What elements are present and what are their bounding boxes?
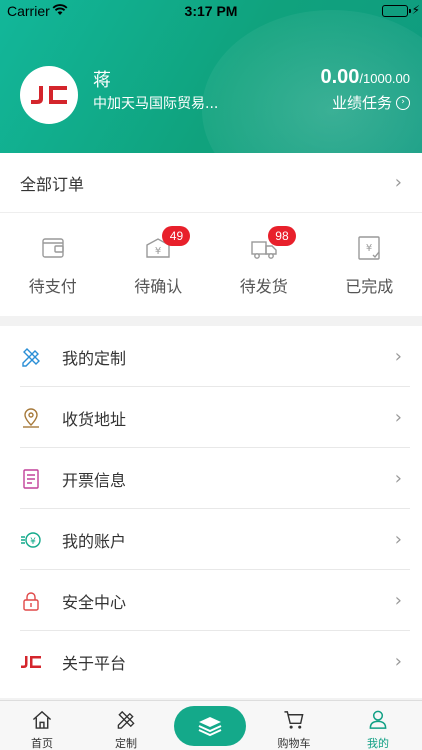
- orders-section: 全部订单 › 待支付 ¥ 49 待确认 98 待发货 ¥ 已完成: [0, 153, 422, 316]
- menu-item-customization[interactable]: 我的定制 ›: [0, 326, 422, 387]
- tab-home[interactable]: 首页: [0, 701, 84, 750]
- order-status-pending-confirm[interactable]: ¥ 49 待确认: [106, 215, 212, 315]
- menu-item-label: 关于平台: [62, 653, 127, 673]
- yen-coin-icon: ¥: [21, 532, 41, 548]
- menu-item-about-platform[interactable]: 关于平台 ›: [0, 631, 422, 692]
- tab-mine[interactable]: 我的: [336, 701, 420, 750]
- yen-check-icon: ¥: [358, 236, 380, 260]
- menu-item-my-account[interactable]: ¥ 我的账户 ›: [0, 509, 422, 570]
- user-name: 蒋: [93, 70, 111, 91]
- chevron-right-icon: ›: [394, 346, 402, 367]
- all-orders-row[interactable]: 全部订单 ›: [0, 153, 422, 213]
- tab-customize[interactable]: 定制: [84, 701, 168, 750]
- chevron-right-icon: ›: [394, 172, 402, 193]
- performance-value: 0.00/1000.00: [320, 66, 410, 89]
- menu-item-invoice-info[interactable]: 开票信息 ›: [0, 448, 422, 509]
- cart-icon: [284, 711, 304, 729]
- svg-text:¥: ¥: [30, 537, 36, 547]
- jc-logo-icon: [31, 86, 67, 104]
- company-name: 中加天马国际贸易...: [93, 96, 219, 112]
- circle-chevron-right-icon: ›: [396, 95, 410, 110]
- home-icon: [32, 710, 52, 729]
- center-action-button[interactable]: [174, 706, 246, 746]
- order-status-label: 待发货: [239, 277, 288, 296]
- order-status-completed[interactable]: ¥ 已完成: [317, 215, 422, 315]
- performance-task-label: 业绩任务: [331, 94, 392, 112]
- order-status-label: 待支付: [28, 277, 77, 296]
- performance-task-link[interactable]: 业绩任务 ›: [332, 92, 410, 113]
- svg-text:¥: ¥: [155, 246, 161, 257]
- avatar[interactable]: [20, 66, 78, 124]
- menu-item-label: 我的账户: [62, 531, 127, 551]
- pending-shipment-badge: 98: [267, 226, 296, 246]
- chevron-right-icon: ›: [394, 529, 402, 550]
- menu-item-label: 我的定制: [62, 348, 127, 368]
- battery-icon: [382, 5, 408, 17]
- menu-item-label: 安全中心: [62, 592, 127, 612]
- menu-item-security-center[interactable]: 安全中心 ›: [0, 570, 422, 631]
- invoice-icon: [23, 469, 39, 489]
- charging-icon: ⚡: [411, 3, 420, 17]
- layers-icon: [198, 717, 222, 737]
- pending-confirm-badge: 49: [162, 226, 191, 246]
- pencil-ruler-icon: [22, 348, 40, 367]
- location-pin-icon: [23, 408, 39, 428]
- jc-logo-icon: [21, 656, 41, 668]
- user-icon: [369, 710, 387, 729]
- menu-item-shipping-address[interactable]: 收货地址 ›: [0, 387, 422, 448]
- order-status-label: 待确认: [134, 277, 183, 296]
- tab-label: 我的: [367, 737, 389, 750]
- performance-target: /1000.00: [359, 71, 410, 86]
- menu-item-label: 开票信息: [62, 470, 127, 490]
- chevron-right-icon: ›: [394, 407, 402, 428]
- svg-text:¥: ¥: [366, 243, 372, 254]
- tab-cart[interactable]: 购物车: [252, 701, 336, 750]
- settings-menu: 我的定制 › 收货地址 › 开票信息 › ¥ 我的账户 › 安全中心 › 关于平…: [0, 326, 422, 698]
- wallet-icon: [42, 238, 64, 258]
- order-status-label: 已完成: [345, 277, 394, 296]
- order-status-bar: 待支付 ¥ 49 待确认 98 待发货 ¥ 已完成: [0, 215, 422, 315]
- tab-label: 首页: [31, 737, 53, 750]
- order-status-pending-shipment[interactable]: 98 待发货: [211, 215, 317, 315]
- chevron-right-icon: ›: [394, 651, 402, 672]
- tab-label: 购物车: [277, 737, 311, 750]
- order-status-pending-payment[interactable]: 待支付: [0, 215, 106, 315]
- clock: 3:17 PM: [184, 3, 238, 19]
- profile-header: Carrier 3:17 PM ⚡ 蒋 中加天马国际贸易... 0.00/100…: [0, 0, 422, 153]
- tab-label: 定制: [115, 737, 137, 750]
- status-bar: Carrier 3:17 PM ⚡: [0, 0, 422, 22]
- chevron-right-icon: ›: [394, 590, 402, 611]
- chevron-right-icon: ›: [394, 468, 402, 489]
- menu-item-label: 收货地址: [62, 409, 127, 429]
- performance-current: 0.00: [320, 66, 360, 88]
- all-orders-label: 全部订单: [20, 174, 85, 194]
- pencil-ruler-icon: [117, 710, 135, 729]
- lock-icon: [23, 592, 39, 611]
